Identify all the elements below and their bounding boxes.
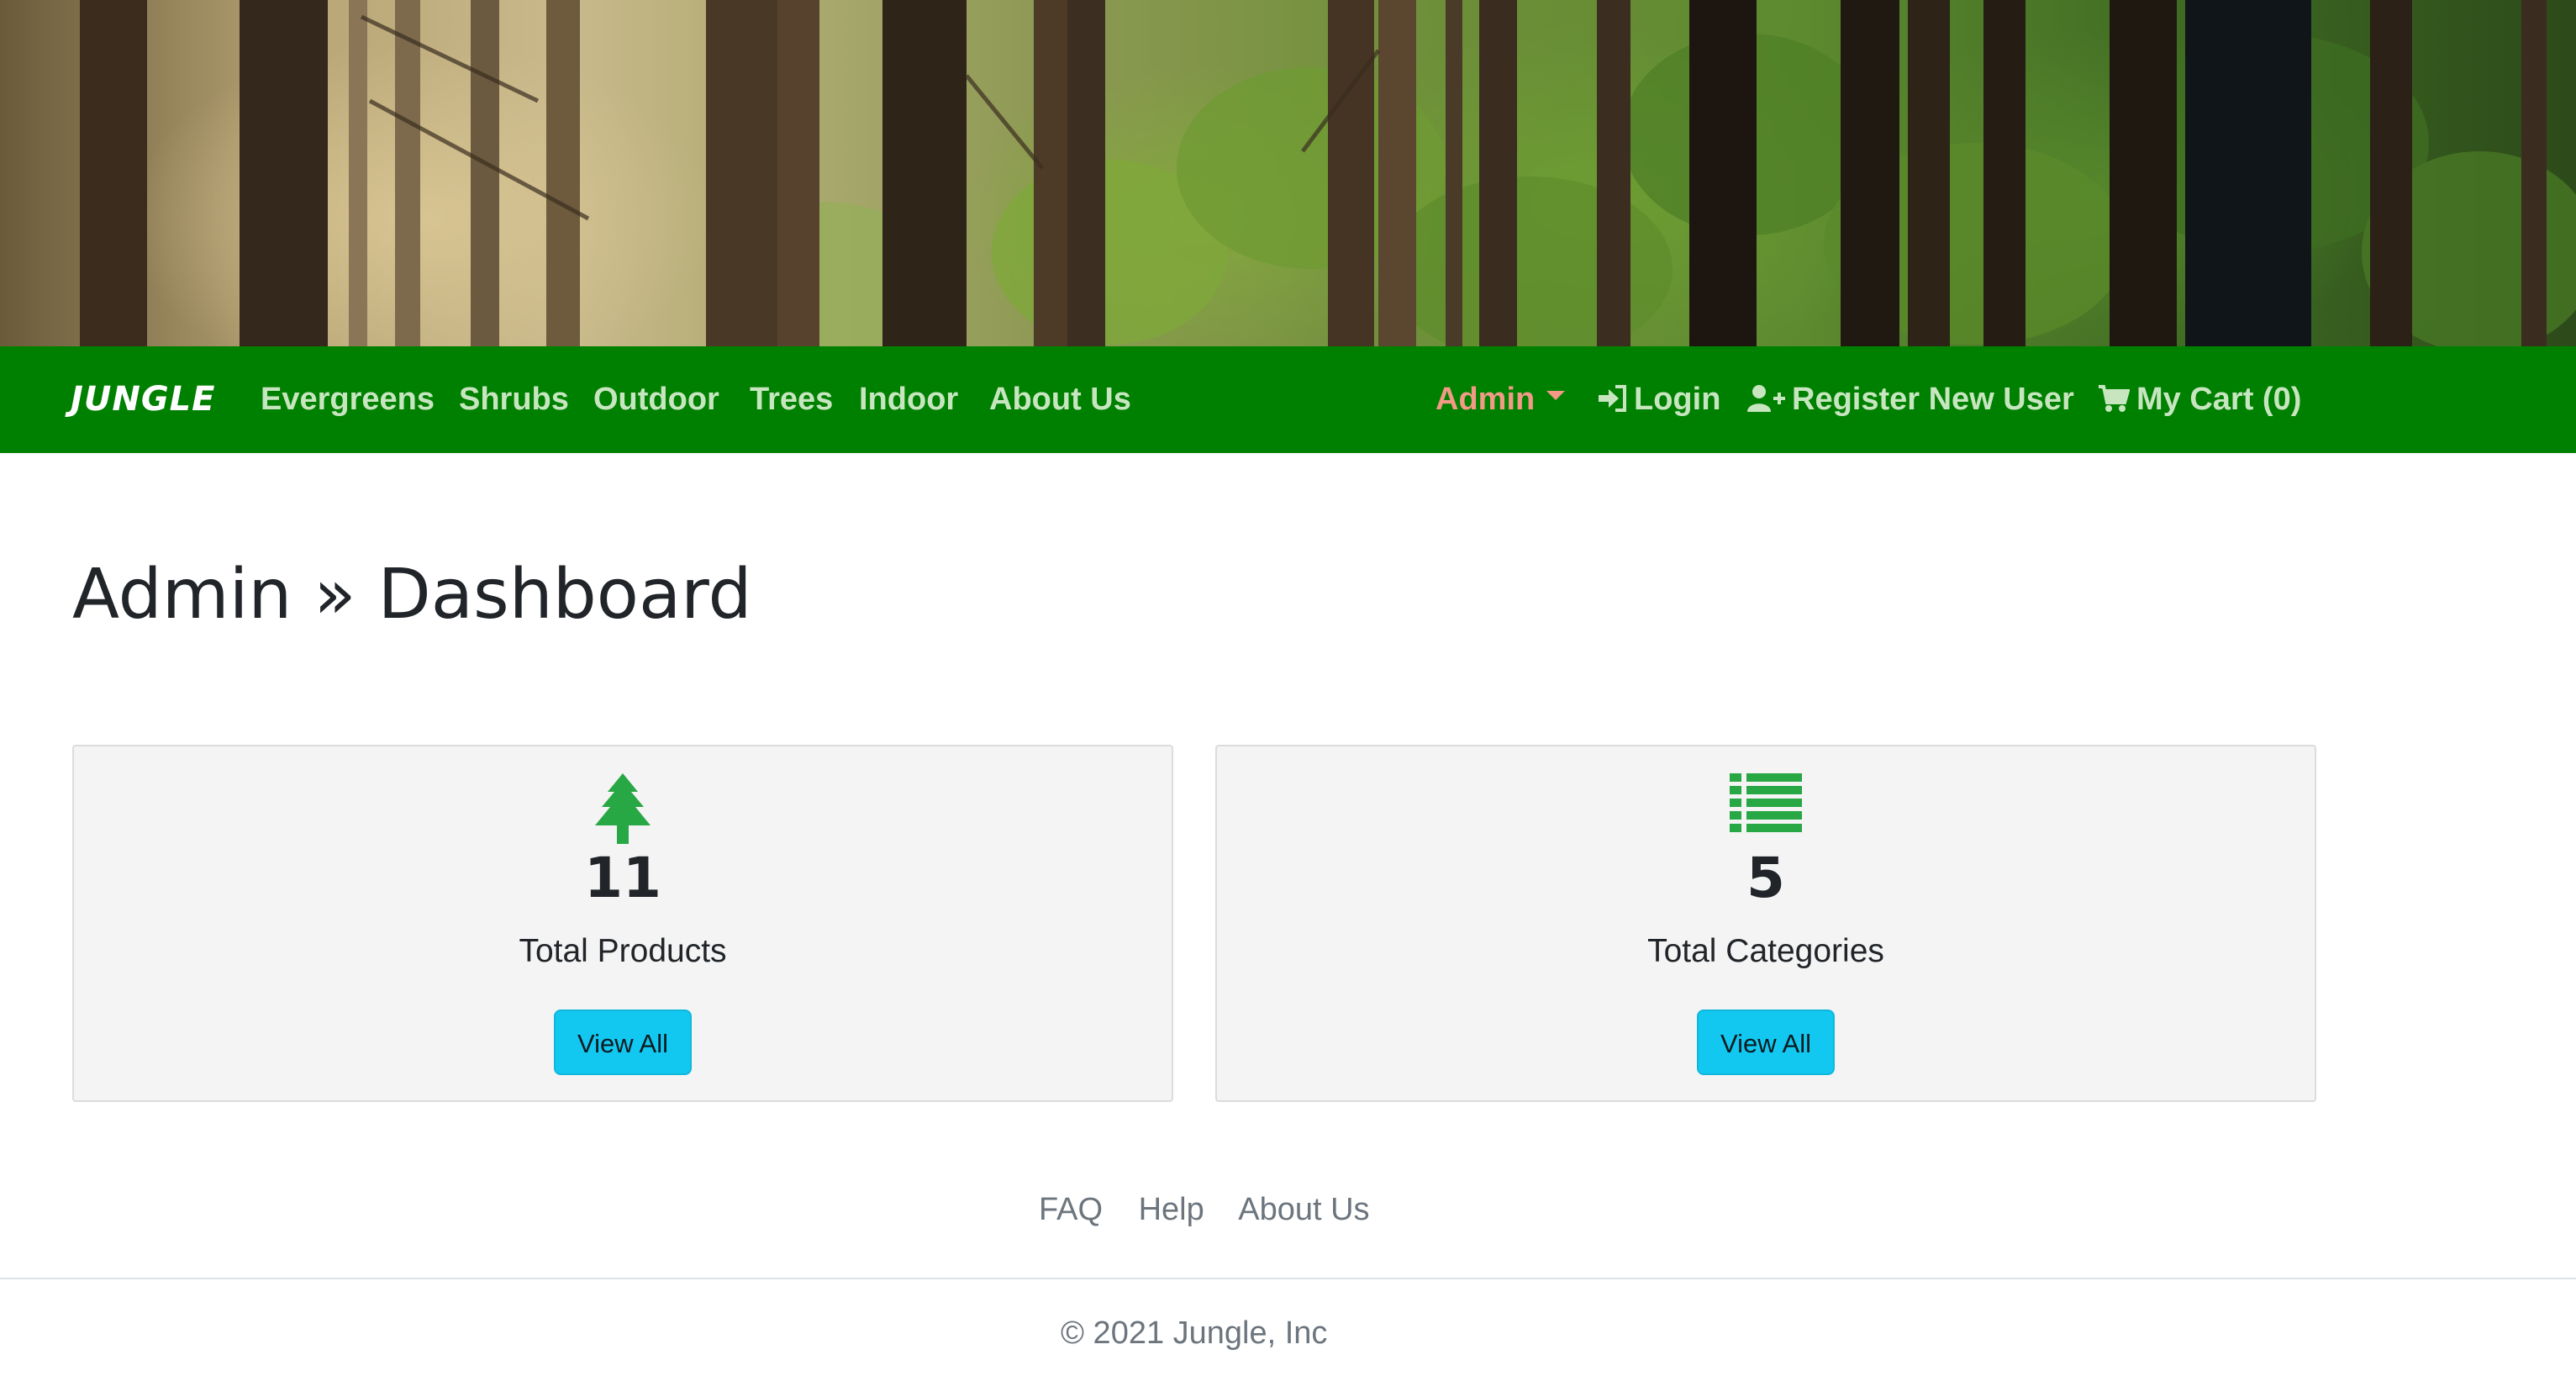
nav-link-shrubs[interactable]: Shrubs [459, 382, 569, 418]
login-label: Login [1634, 382, 1721, 417]
products-card: 11 Total Products View All [72, 745, 1173, 1102]
admin-dropdown[interactable]: Admin [1436, 382, 1566, 418]
register-link[interactable]: Register New User [1746, 382, 2074, 418]
footer-link-faq[interactable]: FAQ [1039, 1192, 1103, 1227]
login-link[interactable]: Login [1597, 382, 1720, 418]
copyright-text: © 2021 Jungle, Inc [1061, 1315, 1328, 1351]
main-navbar: JUNGLE Evergreens Shrubs Outdoor Trees I… [0, 346, 2576, 453]
nav-link-indoor[interactable]: Indoor [859, 382, 958, 418]
list-icon [1730, 773, 1802, 836]
register-label: Register New User [1792, 382, 2074, 417]
brand-logo[interactable]: JUNGLE [71, 380, 215, 419]
products-label: Total Products [519, 933, 727, 969]
hero-banner-image [0, 0, 2576, 346]
cart-label: My Cart (0) [2136, 382, 2302, 417]
tree-icon [593, 773, 652, 849]
products-count: 11 [584, 846, 661, 910]
footer-link-help[interactable]: Help [1139, 1192, 1204, 1227]
sign-in-icon [1599, 384, 1626, 412]
view-all-products-button[interactable]: View All [554, 1010, 692, 1075]
user-plus-icon [1747, 384, 1785, 412]
footer-link-about-us[interactable]: About Us [1238, 1192, 1369, 1227]
view-all-categories-button[interactable]: View All [1697, 1010, 1835, 1075]
categories-label: Total Categories [1647, 933, 1884, 969]
nav-link-outdoor[interactable]: Outdoor [593, 382, 719, 418]
nav-link-about-us[interactable]: About Us [989, 382, 1131, 418]
nav-link-evergreens[interactable]: Evergreens [261, 382, 435, 418]
shopping-cart-icon [2099, 384, 2130, 412]
admin-dropdown-label: Admin [1436, 382, 1536, 417]
forest-illustration [80, 0, 2576, 346]
categories-count: 5 [1746, 846, 1785, 910]
footer-links: FAQ Help About Us [1039, 1192, 1397, 1228]
page-title: Admin » Dashboard [72, 555, 752, 635]
caret-down-icon [1546, 391, 1566, 401]
categories-card: 5 Total Categories View All [1215, 745, 2316, 1102]
footer-divider [0, 1278, 2576, 1279]
nav-link-trees[interactable]: Trees [750, 382, 833, 418]
cart-link[interactable]: My Cart (0) [2098, 382, 2301, 418]
